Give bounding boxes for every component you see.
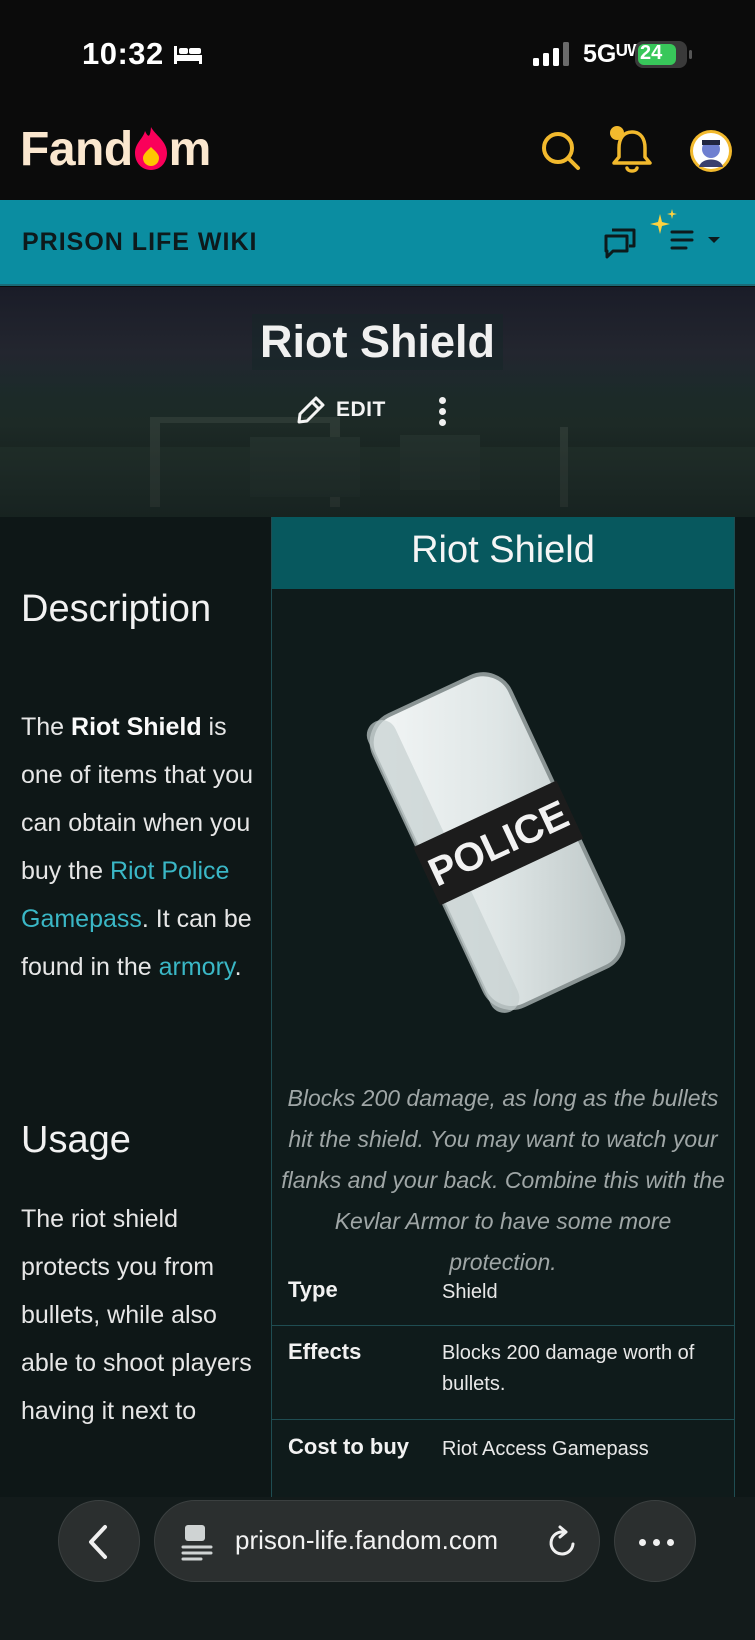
edit-button[interactable]: EDIT xyxy=(296,395,386,425)
description-paragraph: The Riot Shield is one of items that you… xyxy=(21,713,254,981)
page-title: Riot Shield xyxy=(252,314,503,370)
menu-icon[interactable] xyxy=(648,208,724,260)
page-icon xyxy=(181,1525,213,1561)
infobox-caption: Blocks 200 damage, as long as the bullet… xyxy=(281,1085,725,1275)
row-value: Blocks 200 damage worth of bullets. xyxy=(442,1342,695,1395)
wiki-bar: PRISON LIFE WIKI xyxy=(0,200,755,286)
section-heading-usage: Usage xyxy=(21,1119,131,1161)
discussion-icon[interactable] xyxy=(603,226,637,260)
browser-toolbar: prison-life.fandom.com xyxy=(0,1497,755,1640)
link-armory[interactable]: armory xyxy=(159,953,235,981)
status-bar: 10:32 5Gᵁᵂ 24 xyxy=(0,0,755,112)
fandom-logo[interactable]: Fand m xyxy=(20,122,211,177)
more-vertical-icon[interactable] xyxy=(432,395,454,429)
bell-icon[interactable] xyxy=(610,124,654,176)
battery-level: 24 xyxy=(640,42,663,64)
infobox: Riot Shield POLICE Blocks 200 damage, as… xyxy=(271,517,735,1497)
section-heading-description: Description xyxy=(21,588,212,630)
battery-icon: 24 xyxy=(635,41,692,68)
row-value: Riot Access Gamepass xyxy=(442,1438,649,1460)
search-icon[interactable] xyxy=(540,130,582,172)
riot-shield-image: POLICE xyxy=(366,672,626,1013)
wiki-name[interactable]: PRISON LIFE WIKI xyxy=(22,228,257,257)
more-horizontal-icon[interactable] xyxy=(614,1500,696,1582)
infobox-row-type: Type Shield xyxy=(272,1258,734,1326)
row-value: Shield xyxy=(442,1281,498,1303)
infobox-title: Riot Shield xyxy=(272,517,734,589)
infobox-row-cost: Cost to buy Riot Access Gamepass xyxy=(272,1420,734,1497)
page-hero: Riot Shield EDIT xyxy=(0,287,755,517)
bold-riot-shield: Riot Shield xyxy=(71,713,202,741)
edit-label: EDIT xyxy=(336,398,386,421)
row-label: Type xyxy=(288,1277,338,1302)
back-icon xyxy=(89,1525,107,1559)
reload-icon[interactable] xyxy=(547,1525,579,1559)
avatar[interactable] xyxy=(690,130,732,172)
sparkle-icon xyxy=(650,214,670,234)
address-bar[interactable]: prison-life.fandom.com xyxy=(154,1500,600,1582)
status-time: 10:32 xyxy=(82,36,164,71)
usage-paragraph: The riot shield protects you from bullet… xyxy=(21,1205,252,1425)
infobox-row-effects: Effects Blocks 200 damage worth of bulle… xyxy=(272,1326,734,1420)
back-button[interactable] xyxy=(58,1500,140,1582)
pencil-icon xyxy=(297,396,325,424)
row-label: Cost to buy xyxy=(288,1434,409,1459)
logo-text-right: m xyxy=(168,123,212,176)
fandom-header: Fand m xyxy=(0,112,755,200)
article-content: Description The Riot Shield is one of it… xyxy=(0,517,755,1497)
bed-icon xyxy=(174,46,202,64)
logo-text-left: Fand xyxy=(20,123,133,176)
url-text: prison-life.fandom.com xyxy=(235,1525,498,1555)
flame-icon xyxy=(133,125,169,171)
row-label: Effects xyxy=(288,1339,362,1364)
signal-icon xyxy=(533,42,569,66)
